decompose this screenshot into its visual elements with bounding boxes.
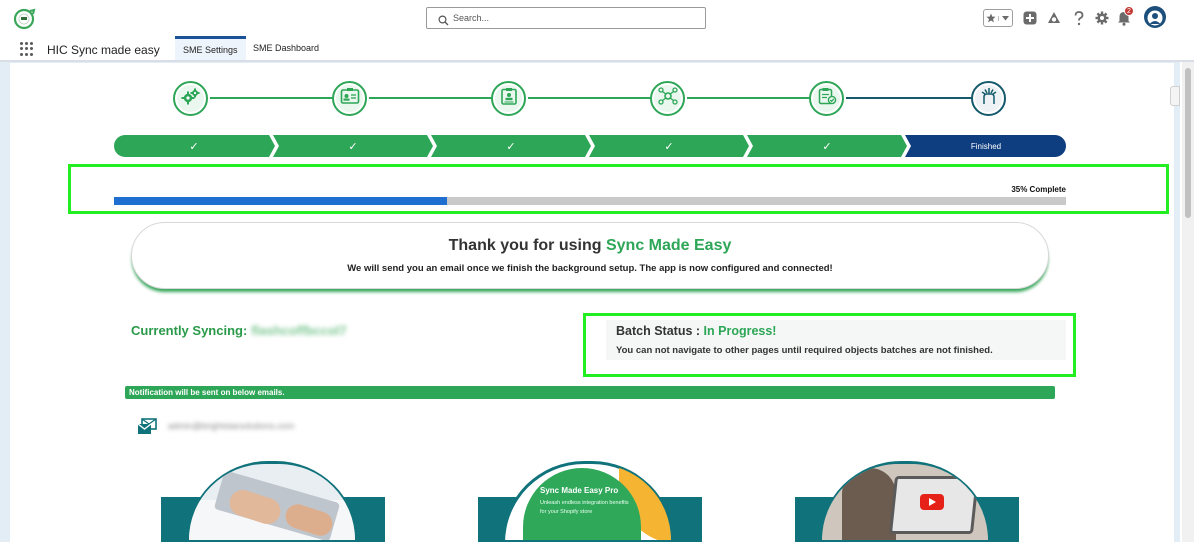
chevron-step-4: ✓ bbox=[664, 140, 674, 153]
batch-status-value: In Progress! bbox=[703, 324, 777, 338]
app-launcher-icon[interactable] bbox=[20, 42, 34, 56]
step-3 bbox=[491, 81, 526, 116]
step-connector bbox=[210, 97, 334, 99]
global-header: 2 bbox=[0, 0, 1194, 36]
promo-image-video[interactable] bbox=[819, 461, 991, 542]
favorites-button-group[interactable] bbox=[983, 9, 1013, 27]
gears-icon bbox=[181, 87, 201, 110]
chevron-step-3: ✓ bbox=[506, 140, 516, 153]
progress-bar bbox=[114, 197, 1066, 205]
user-avatar[interactable] bbox=[1143, 4, 1167, 30]
currently-syncing-label: Currently Syncing: bbox=[131, 323, 248, 338]
step-4 bbox=[650, 81, 685, 116]
step-connector bbox=[369, 97, 493, 99]
trailhead-icon[interactable] bbox=[1045, 5, 1063, 31]
chevron-down-icon[interactable] bbox=[997, 15, 1013, 21]
global-search[interactable] bbox=[426, 7, 706, 29]
thank-you-title-prefix: Thank you for using bbox=[448, 237, 602, 254]
batch-status-title: Batch Status : In Progress! bbox=[616, 324, 776, 338]
thank-you-card: Thank you for using Sync Made Easy We wi… bbox=[131, 222, 1049, 289]
progress-bar-fill bbox=[114, 197, 448, 205]
step-1 bbox=[173, 81, 208, 116]
checklist-icon bbox=[817, 87, 837, 110]
id-card-icon bbox=[340, 87, 360, 110]
typing-laptop-image bbox=[189, 464, 355, 540]
search-input[interactable] bbox=[453, 10, 693, 26]
app-name: HIC Sync made easy bbox=[47, 43, 160, 57]
hand-icon bbox=[979, 87, 999, 110]
notification-email: admin@brightstarsolutions.com bbox=[168, 421, 295, 431]
batch-status-note: You can not navigate to other pages unti… bbox=[616, 345, 993, 356]
scrollbar-thumb[interactable] bbox=[1185, 68, 1191, 218]
play-icon[interactable] bbox=[920, 494, 944, 510]
side-panel-toggle[interactable] bbox=[1170, 86, 1180, 106]
email-icon bbox=[137, 418, 157, 436]
thank-you-subtitle: We will send you an email once we finish… bbox=[347, 263, 833, 274]
currently-syncing-value: flashcoffbccol7 bbox=[251, 323, 347, 338]
add-icon[interactable] bbox=[1022, 5, 1038, 31]
notification-bar: Notification will be sent on below email… bbox=[125, 386, 1055, 399]
currently-syncing: Currently Syncing: flashcoffbccol7 bbox=[131, 323, 347, 338]
step-connector bbox=[528, 97, 652, 99]
promo-pro-title: Sync Made Easy Pro bbox=[540, 486, 619, 495]
app-logo-icon[interactable] bbox=[10, 7, 38, 31]
progress-label: 35% Complete bbox=[1011, 185, 1066, 194]
page-scrollbar[interactable] bbox=[1182, 62, 1194, 542]
step-2 bbox=[332, 81, 367, 116]
batch-status-label: Batch Status : bbox=[616, 324, 701, 338]
clipboard-icon bbox=[499, 87, 519, 110]
thank-you-title: Thank you for using Sync Made Easy bbox=[132, 237, 1048, 255]
promo-pro-subtitle: Unleash endless integration benefits for… bbox=[540, 500, 629, 515]
network-icon bbox=[657, 87, 678, 110]
notification-badge: 2 bbox=[1124, 6, 1134, 16]
video-tutorial-image bbox=[822, 464, 988, 540]
gear-icon[interactable] bbox=[1094, 5, 1110, 31]
batch-status-box: Batch Status : In Progress! You can not … bbox=[606, 320, 1066, 360]
help-icon[interactable] bbox=[1072, 5, 1086, 31]
promo-image-typing[interactable] bbox=[186, 461, 358, 542]
chevron-step-1: ✓ bbox=[189, 140, 199, 153]
chevron-step-2: ✓ bbox=[348, 140, 358, 153]
step-chevron-path: ✓ ✓ ✓ ✓ ✓ Finished bbox=[114, 135, 1066, 157]
step-6 bbox=[971, 81, 1006, 116]
chevron-step-5: ✓ bbox=[822, 140, 832, 153]
step-connector bbox=[846, 97, 972, 99]
app-navigation: HIC Sync made easy SME Settings SME Dash… bbox=[0, 36, 1194, 62]
thank-you-title-brand: Sync Made Easy bbox=[605, 237, 732, 254]
chevron-step-finished: Finished bbox=[970, 141, 1002, 151]
star-icon[interactable] bbox=[984, 13, 998, 23]
search-icon bbox=[438, 13, 449, 26]
tab-sme-settings[interactable]: SME Settings bbox=[175, 36, 246, 60]
step-connector bbox=[687, 97, 811, 99]
step-5 bbox=[809, 81, 844, 116]
tab-sme-dashboard[interactable]: SME Dashboard bbox=[245, 36, 327, 60]
